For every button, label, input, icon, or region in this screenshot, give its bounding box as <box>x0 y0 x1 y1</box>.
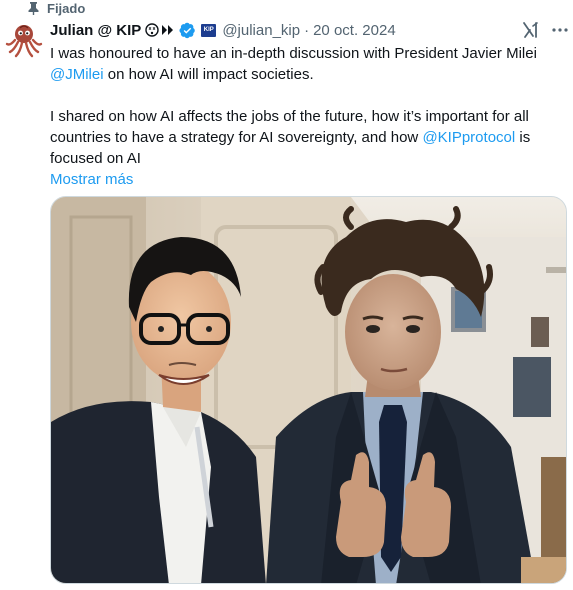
tweet-paragraph-1: I was honoured to have an in-depth discu… <box>50 43 565 85</box>
author-name[interactable]: Julian @ KIP <box>50 22 141 39</box>
tweet-line-1: I was honoured to have an in-depth discu… <box>50 45 537 62</box>
author-handle[interactable]: @julian_kip <box>222 22 300 39</box>
mention-kipprotocol[interactable]: @KIPprotocol <box>422 129 515 146</box>
tweet-text: I was honoured to have an in-depth discu… <box>50 43 565 190</box>
tweet-line-2: on how AI will impact societies. <box>103 66 314 83</box>
tweet-header: Julian @ KIP KIP @julian_kip · 20 oct. 2… <box>50 19 557 41</box>
pin-icon <box>28 1 39 15</box>
emoji-arrows-icon <box>162 25 174 35</box>
octopus-avatar-icon <box>4 20 44 60</box>
emoji-face-icon <box>145 23 160 37</box>
tweet-date[interactable]: 20 oct. 2024 <box>313 22 396 39</box>
grok-icon[interactable] <box>521 20 541 40</box>
header-separator: · <box>304 21 310 39</box>
name-emoji-glyphs <box>145 23 175 37</box>
show-more-link[interactable]: Mostrar más <box>50 169 133 190</box>
photo-image <box>51 197 566 583</box>
more-options-icon[interactable] <box>551 21 569 39</box>
pinned-label: Fijado <box>47 0 86 16</box>
tweet-paragraph-2: I shared on how AI affects the jobs of t… <box>50 106 565 169</box>
pinned-indicator: Fijado <box>28 0 85 16</box>
avatar[interactable] <box>4 20 44 60</box>
tweet-photo[interactable] <box>50 196 567 584</box>
org-affiliation-badge[interactable]: KIP <box>201 23 217 37</box>
mention-jmilei[interactable]: @JMilei <box>50 66 104 83</box>
verified-badge-icon[interactable] <box>179 22 196 39</box>
